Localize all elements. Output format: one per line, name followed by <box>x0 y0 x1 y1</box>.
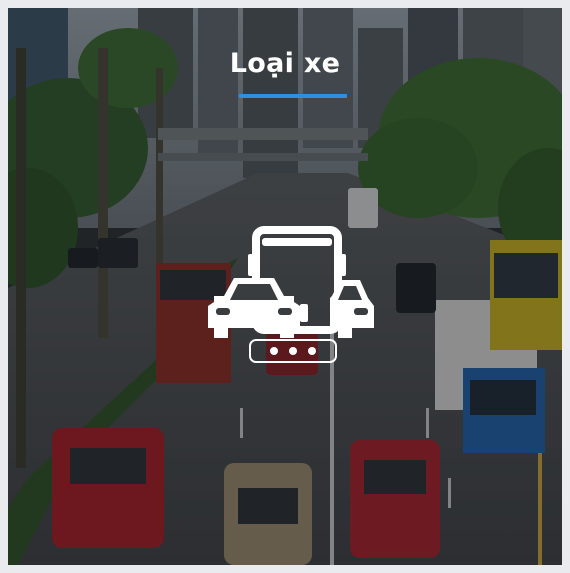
title-underline <box>239 94 347 98</box>
vehicle-type-card[interactable]: Loại xe <box>8 8 562 565</box>
card-title: Loại xe <box>229 48 341 79</box>
more-dots-icon <box>249 339 337 363</box>
